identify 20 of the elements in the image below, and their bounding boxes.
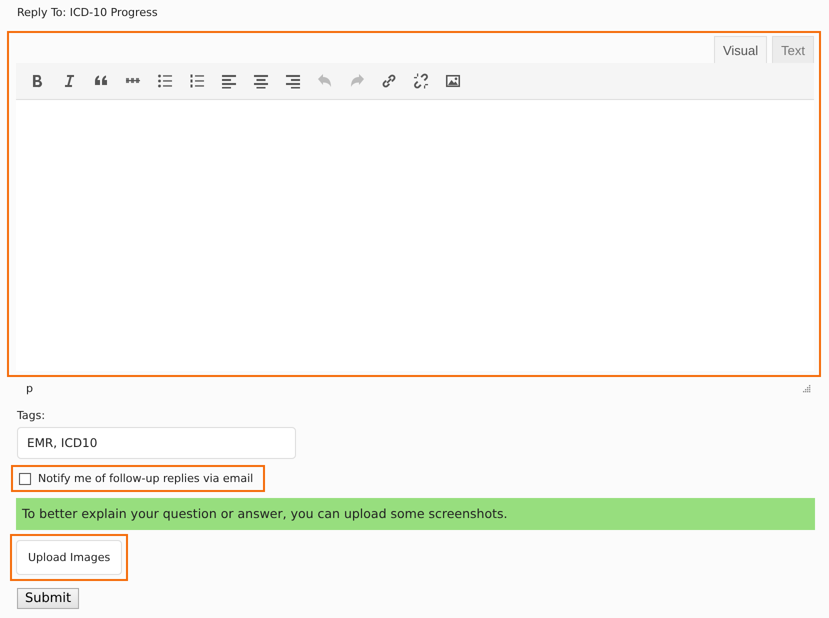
notify-label: Notify me of follow-up replies via email	[38, 472, 254, 485]
bulleted-list-icon[interactable]	[157, 73, 173, 89]
tags-label: Tags:	[17, 409, 46, 422]
numbered-list-icon[interactable]	[189, 73, 205, 89]
info-banner: To better explain your question or answer, you can upload some screenshots.	[16, 498, 815, 530]
element-path: p	[26, 382, 33, 394]
align-right-icon[interactable]	[285, 73, 301, 89]
resize-handle-icon[interactable]	[802, 384, 811, 392]
editor-tab[interactable]: Visual	[714, 36, 768, 63]
image-icon[interactable]	[445, 73, 461, 89]
tags-field[interactable]: EMR, ICD10	[17, 427, 296, 459]
broken-link-icon[interactable]	[413, 73, 429, 89]
submit-button[interactable]: Submit	[17, 588, 80, 609]
link-icon[interactable]	[381, 73, 397, 89]
notify-checkbox[interactable]	[19, 472, 31, 484]
align-left-icon[interactable]	[221, 73, 237, 89]
editor-tab[interactable]: Text	[772, 36, 814, 63]
reply-to-heading: Reply To: ICD-10 Progress	[17, 5, 158, 21]
upload-images-button[interactable]: Upload Images	[16, 540, 122, 575]
align-center-icon[interactable]	[253, 73, 269, 89]
